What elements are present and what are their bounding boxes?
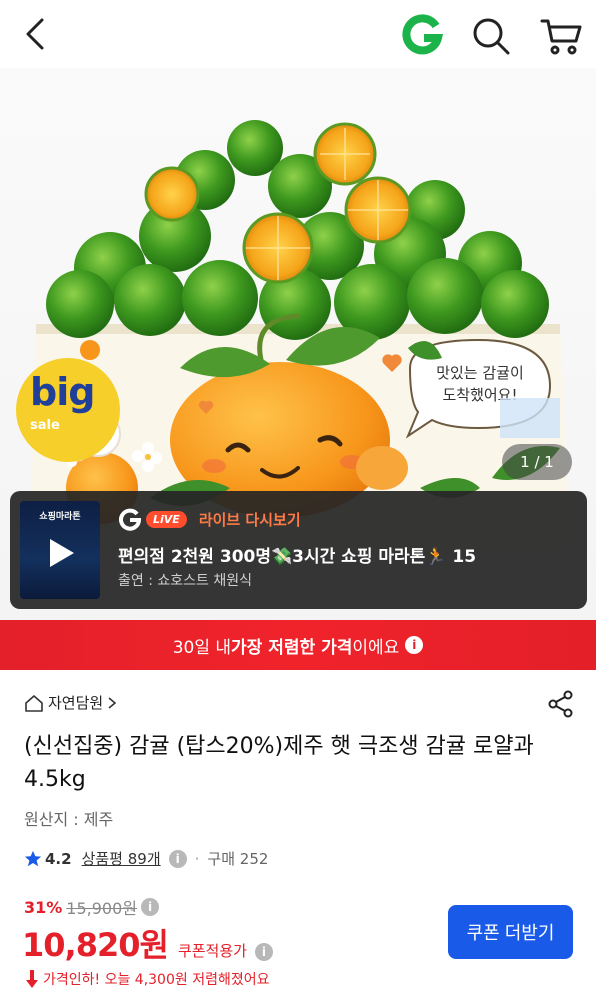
product-origin: 원산지 : 제주 [24, 810, 114, 829]
rating-row: 4.2 상품평 89개 i · 구매 252 [24, 848, 268, 869]
review-info-icon[interactable]: i [168, 849, 187, 868]
cart-button[interactable] [538, 13, 584, 59]
chevron-right-icon [108, 696, 117, 709]
price-info-icon[interactable]: i [141, 898, 160, 916]
home-icon [25, 694, 43, 712]
share-button[interactable] [546, 689, 576, 719]
rating-value: 4.2 [45, 849, 72, 868]
page-indicator: 1 / 1 [502, 444, 572, 480]
play-icon [50, 539, 74, 567]
share-icon [548, 690, 573, 718]
store-link[interactable]: 자연담원 [24, 692, 117, 713]
banner-prefix: 30일 내 [172, 637, 232, 658]
live-title[interactable]: 편의점 2천원 300명💸3시간 쇼핑 마라톤🏃 15 [118, 542, 476, 567]
store-name: 자연담원 [48, 694, 104, 712]
star-icon [24, 850, 42, 866]
live-badge: LiVE 라이브 다시보기 [118, 507, 301, 531]
review-link[interactable]: 상품평 89개 [82, 848, 161, 869]
top-app-bar [0, 0, 596, 68]
banner-highlight: 가장 저렴한 가격 [231, 637, 353, 658]
product-image-carousel[interactable]: 맛있는 감귤이 도착했어요! big sale 1 / 1 쇼핑마라톤 LiVE… [0, 68, 596, 620]
banner-suffix: 이에요 [352, 637, 400, 658]
g-logo-small-icon [119, 508, 142, 531]
box-text-line1: 맛있는 감귤이 [436, 364, 524, 382]
coupon-applied-label: 쿠폰적용가 [177, 942, 247, 960]
final-price: 10,820원 [22, 926, 169, 964]
gmarket-logo[interactable] [400, 14, 444, 58]
product-title: (신선집중) 감귤 (탑스20%)제주 햇 극조생 감귤 로얄과 4.5kg [24, 734, 534, 792]
big-sale-badge: big sale [16, 358, 120, 462]
back-button[interactable] [14, 12, 58, 56]
original-price: 15,900원 [66, 899, 138, 918]
live-replay-card[interactable]: 쇼핑마라톤 LiVE 라이브 다시보기 편의점 2천원 300명💸3시간 쇼핑 … [10, 491, 587, 609]
cart-icon [540, 19, 582, 55]
live-pill: LiVE [146, 510, 187, 528]
discount-row: 31% 15,900원 i [24, 895, 160, 919]
purchase-count: 구매 252 [207, 850, 269, 868]
final-price-row: 10,820원 쿠폰적용가 i [22, 920, 273, 966]
coupon-info-icon[interactable]: i [254, 943, 273, 961]
search-button[interactable] [468, 13, 514, 59]
discount-rate: 31% [24, 897, 63, 917]
big-sale-big-text: big [30, 370, 95, 414]
live-thumbnail[interactable]: 쇼핑마라톤 [20, 501, 100, 599]
separator-dot: · [194, 849, 200, 868]
search-icon [473, 18, 510, 55]
g-logo-icon [402, 14, 444, 55]
live-thumbnail-text: 쇼핑마라톤 [39, 512, 81, 522]
lowest-price-banner[interactable]: 30일 내 가장 저렴한 가격 이에요 i [0, 620, 596, 670]
info-icon[interactable]: i [405, 636, 424, 654]
price-drop-notice: 가격인하! 오늘 4,300원 저렴해졌어요 [24, 969, 269, 989]
live-replay-label[interactable]: 라이브 다시보기 [199, 509, 301, 530]
price-drop-text: 가격인하! 오늘 4,300원 저렴해졌어요 [43, 972, 270, 988]
coupon-more-button[interactable]: 쿠폰 더받기 [448, 905, 573, 959]
big-sale-sale-text: sale [30, 418, 60, 433]
live-host: 출연 : 쇼호스트 채원식 [118, 573, 252, 589]
chevron-left-icon [26, 18, 44, 50]
down-arrow-icon [26, 970, 38, 988]
